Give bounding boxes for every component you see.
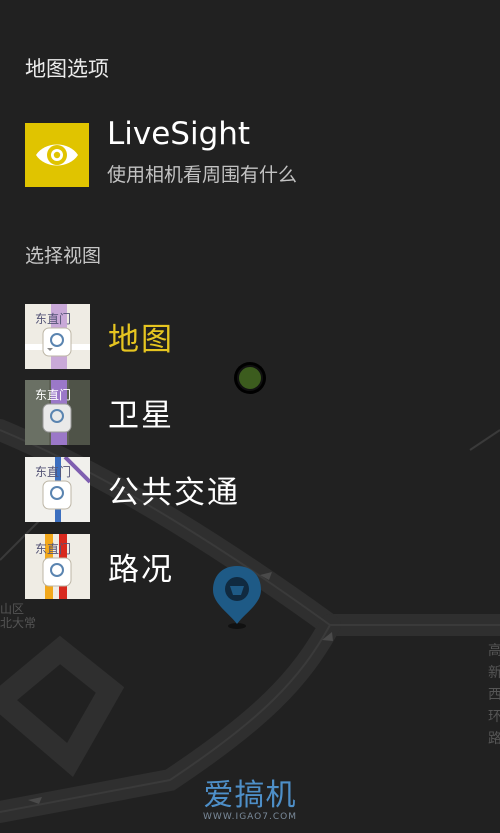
thumbnail-label: 东直门 — [35, 541, 72, 556]
thumbnail-label: 东直门 — [35, 387, 72, 402]
view-option-label: 卫星 — [108, 397, 174, 434]
watermark-logo: 爱搞机 — [203, 778, 297, 813]
watermark-url: WWW.IGAO7.COM — [203, 812, 297, 822]
livesight-title[interactable]: LiveSight — [107, 116, 250, 152]
map-label: 西 — [488, 687, 500, 703]
map-label: 新 — [488, 665, 500, 681]
view-option-traffic[interactable]: 东直门 路况 — [25, 533, 485, 599]
satellite-view-thumbnail: 东直门 — [25, 379, 90, 445]
view-option-transit[interactable]: 东直门 公共交通 — [25, 456, 485, 522]
livesight-description: 使用相机看周围有什么 — [107, 164, 298, 186]
map-view-thumbnail: 东直门 — [25, 303, 90, 369]
traffic-view-thumbnail: 东直门 — [25, 533, 90, 599]
map-label: 路 — [488, 731, 500, 747]
transit-view-thumbnail: 东直门 — [25, 456, 90, 522]
eye-icon — [36, 144, 78, 166]
view-option-map[interactable]: 东直门 地图 — [25, 303, 485, 369]
map-label: 北大常 — [0, 616, 37, 630]
thumbnail-label: 东直门 — [35, 311, 72, 326]
view-section-title: 选择视图 — [25, 245, 102, 267]
view-option-label: 路况 — [108, 551, 174, 588]
view-option-satellite[interactable]: 东直门 卫星 — [25, 379, 485, 445]
map-label: 高 — [488, 643, 500, 659]
watermark: 爱搞机 WWW.IGAO7.COM — [175, 770, 325, 825]
page-title: 地图选项 — [25, 57, 109, 81]
view-option-label: 公共交通 — [108, 474, 240, 511]
map-label: 环 — [488, 709, 500, 725]
thumbnail-label: 东直门 — [35, 464, 72, 479]
livesight-tile[interactable] — [25, 123, 89, 187]
view-option-label: 地图 — [108, 321, 174, 358]
